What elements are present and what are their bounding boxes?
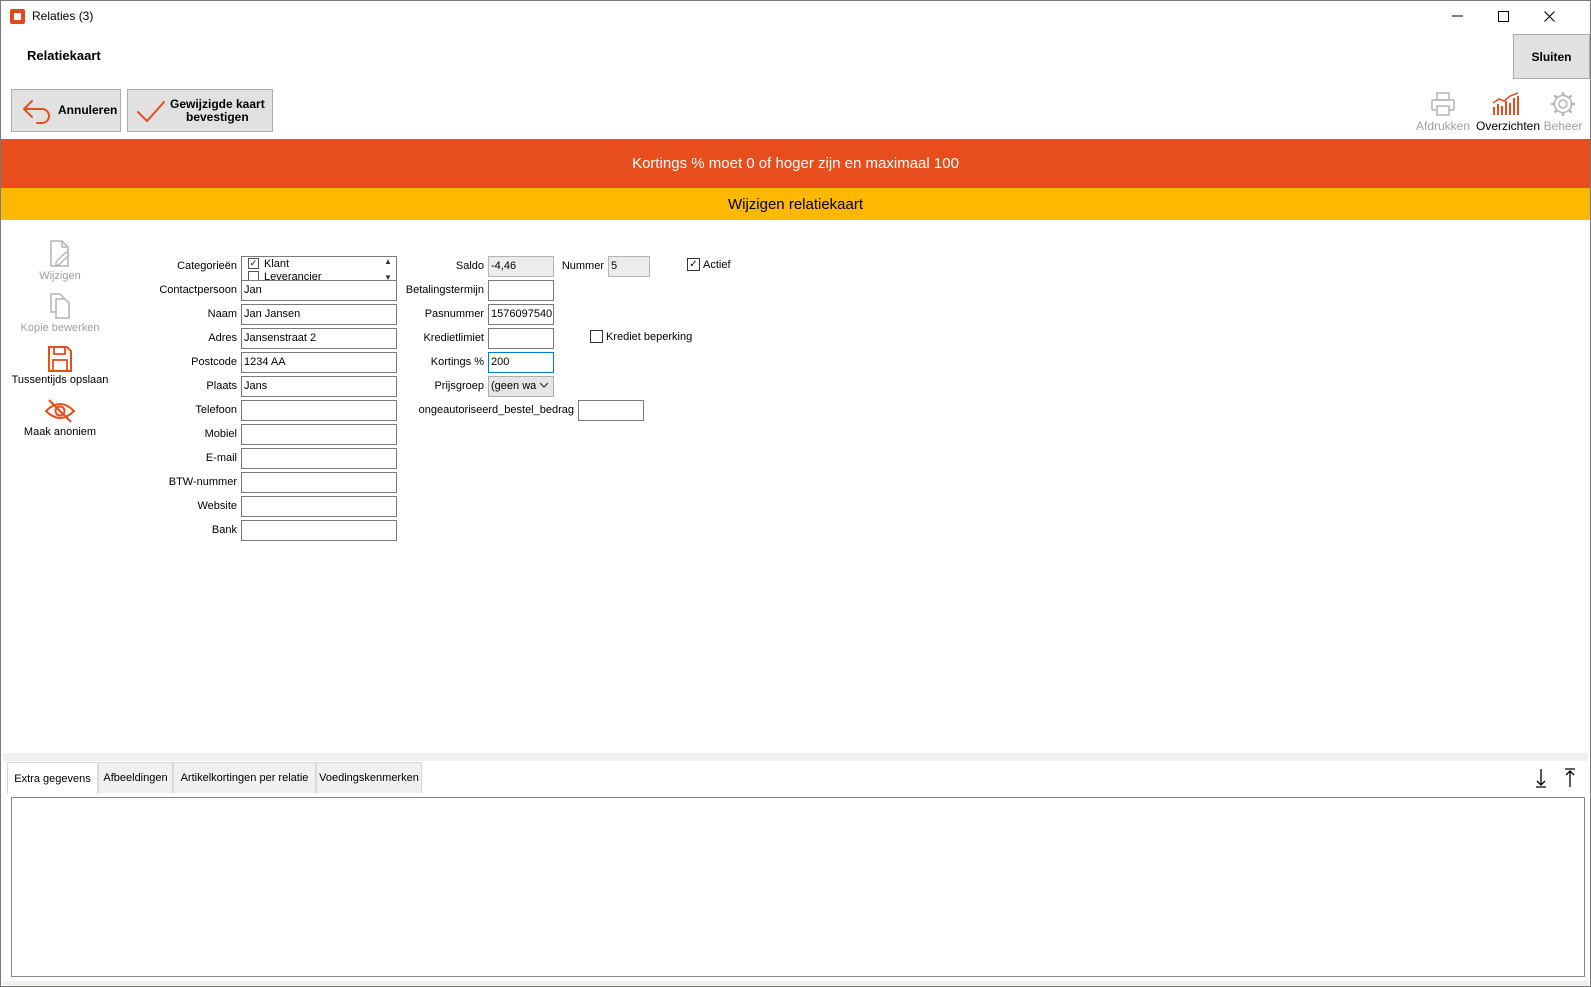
tab-images[interactable]: Afbeeldingen	[98, 762, 173, 793]
balance-field: -4,46	[488, 256, 554, 277]
window-title: Relaties (3)	[32, 9, 94, 23]
page-title: Relatiekaart	[27, 48, 101, 63]
bottom-tabs: Extra gegevens Afbeeldingen Artikelkorti…	[7, 762, 1587, 794]
contact-label: Contactpersoon	[159, 284, 237, 296]
discount-label: Kortings %	[430, 356, 484, 368]
active-checkbox[interactable]: ✓	[687, 258, 700, 271]
unauthorized-amount-label: ongeautoriseerd_bestel_bedrag	[418, 404, 574, 416]
name-field[interactable]: Jan Jansen	[241, 304, 397, 325]
title-bar: Relaties (3)	[1, 1, 1590, 31]
email-label: E-mail	[205, 452, 237, 464]
unauthorized-amount-field[interactable]	[578, 400, 644, 421]
relaties-window: Relaties (3) Relatiekaart Sluiten Annule…	[0, 0, 1591, 987]
copy-icon	[50, 293, 70, 319]
credit-restriction-label: Krediet beperking	[606, 331, 693, 343]
overviews-button[interactable]: Overzichten	[1476, 87, 1541, 133]
category-checkbox-klant[interactable]: ✓	[248, 258, 259, 269]
edit-document-icon	[50, 240, 70, 267]
price-group-label: Prijsgroep	[434, 380, 484, 392]
app-logo-icon	[10, 9, 25, 24]
number-field: 5	[608, 256, 650, 277]
scroll-up-icon[interactable]: ▲	[384, 257, 392, 266]
balance-label: Saldo	[455, 260, 484, 272]
credit-restriction-checkbox[interactable]	[590, 330, 603, 343]
close-icon[interactable]	[1526, 1, 1572, 31]
contact-field[interactable]: Jan	[241, 280, 397, 301]
categories-label: Categorieën	[177, 260, 237, 272]
manage-label: Beheer	[1543, 119, 1583, 133]
save-interim-label: Tussentijds opslaan	[11, 374, 109, 386]
address-field[interactable]: Jansenstraat 2	[241, 328, 397, 349]
vat-field[interactable]	[241, 472, 397, 493]
checkmark-icon	[137, 100, 165, 122]
anonymize-action[interactable]: Maak anoniem	[9, 393, 111, 438]
edit-mode-banner: Wijzigen relatiekaart	[1, 188, 1590, 220]
cancel-label: Annuleren	[58, 103, 118, 117]
payment-term-field[interactable]	[488, 280, 554, 301]
credit-limit-label: Kredietlimiet	[423, 332, 484, 344]
eye-slash-icon	[44, 399, 76, 423]
payment-term-label: Betalingstermijn	[405, 284, 484, 296]
discount-field[interactable]: 200	[488, 352, 554, 373]
bottom-edge	[3, 981, 1588, 986]
overviews-label: Overzichten	[1476, 119, 1541, 133]
mobile-field[interactable]	[241, 424, 397, 445]
printer-icon	[1431, 92, 1455, 116]
confirm-label: Gewijzigde kaart bevestigen	[170, 96, 265, 124]
maximize-icon[interactable]	[1480, 1, 1526, 31]
bank-field[interactable]	[241, 520, 397, 541]
validation-error-banner: Kortings % moet 0 of hoger zijn en maxim…	[1, 139, 1590, 188]
number-label: Nummer	[561, 260, 604, 272]
minimize-icon[interactable]	[1434, 1, 1480, 31]
website-label: Website	[197, 500, 237, 512]
price-group-select[interactable]: (geen wa	[488, 376, 554, 397]
save-icon	[48, 346, 72, 372]
categories-listbox[interactable]: ✓ Klant Leverancier ▲ ▼	[241, 256, 397, 283]
cancel-button[interactable]: Annuleren	[11, 89, 121, 132]
credit-limit-field[interactable]	[488, 328, 554, 349]
close-button[interactable]: Sluiten	[1513, 34, 1590, 79]
print-button[interactable]: Afdrukken	[1413, 87, 1473, 133]
gear-icon	[1551, 92, 1575, 116]
mobile-label: Mobiel	[204, 428, 237, 440]
copy-edit-label: Kopie bewerken	[20, 322, 100, 334]
email-field[interactable]	[241, 448, 397, 469]
listbox-scrollbar[interactable]: ▲ ▼	[380, 257, 396, 282]
tab-content-panel	[11, 797, 1585, 977]
phone-field[interactable]	[241, 400, 397, 421]
phone-label: Telefoon	[195, 404, 237, 416]
card-number-field[interactable]: 1576097540	[488, 304, 554, 325]
tab-nutrition[interactable]: Voedingskenmerken	[316, 762, 422, 793]
postcode-label: Postcode	[191, 356, 237, 368]
bank-label: Bank	[211, 524, 237, 536]
edit-action-label: Wijzigen	[39, 270, 81, 282]
print-label: Afdrukken	[1415, 119, 1471, 133]
website-field[interactable]	[241, 496, 397, 517]
vat-label: BTW-nummer	[168, 476, 237, 488]
city-field[interactable]: Jans	[241, 376, 397, 397]
panel-splitter[interactable]	[3, 753, 1588, 761]
category-item-klant[interactable]: ✓ Klant	[242, 257, 396, 270]
copy-edit-action[interactable]: Kopie bewerken	[9, 289, 111, 334]
city-label: Plaats	[206, 380, 237, 392]
confirm-changes-button[interactable]: Gewijzigde kaart bevestigen	[127, 89, 273, 132]
postcode-field[interactable]: 1234 AA	[241, 352, 397, 373]
price-group-value: (geen wa	[491, 380, 537, 392]
address-label: Adres	[208, 332, 237, 344]
undo-arrow-icon	[23, 99, 50, 124]
active-label: Actief	[703, 259, 731, 271]
name-label: Naam	[207, 308, 237, 320]
card-number-label: Pasnummer	[424, 308, 484, 320]
save-interim-action[interactable]: Tussentijds opslaan	[9, 341, 111, 386]
anonymize-label: Maak anoniem	[23, 426, 97, 438]
move-up-icon[interactable]	[1561, 767, 1579, 789]
chart-icon	[1492, 92, 1519, 115]
chevron-down-icon	[539, 380, 549, 391]
edit-action[interactable]: Wijzigen	[9, 237, 111, 282]
manage-button[interactable]: Beheer	[1533, 87, 1591, 133]
tab-extra-data[interactable]: Extra gegevens	[7, 762, 98, 794]
move-down-icon[interactable]	[1532, 767, 1550, 789]
tab-article-discounts[interactable]: Artikelkortingen per relatie	[173, 762, 316, 793]
